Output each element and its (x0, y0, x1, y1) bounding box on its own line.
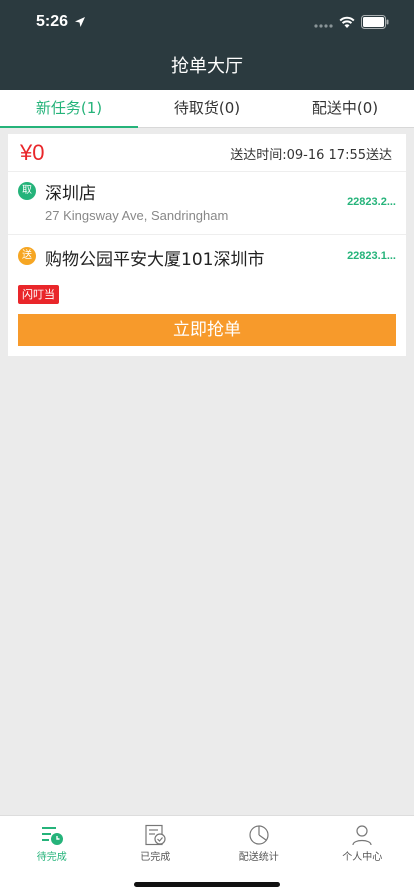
pickup-distance: 22823.2... (347, 196, 396, 208)
tabbar-item-profile[interactable]: 个人中心 (311, 816, 414, 866)
delivery-badge: 送 (18, 247, 36, 265)
platform-tag: 闪叮当 (18, 285, 59, 304)
status-time: 5:26 (36, 13, 69, 30)
delivery-row: 送 购物公园平安大厦101深圳市 22823.1... (8, 236, 406, 280)
tab-new-tasks[interactable]: 新任务(1) (0, 90, 138, 128)
order-tabs: 新任务(1) 待取货(0) 配送中(0) (0, 90, 414, 128)
wifi-icon (339, 16, 355, 28)
completed-doc-icon (145, 824, 166, 846)
pickup-address: 27 Kingsway Ave, Sandringham (45, 208, 229, 223)
page-title: 抢单大厅 (171, 56, 243, 77)
location-arrow-icon (75, 17, 85, 27)
person-icon (352, 825, 372, 846)
tabbar-label-pending: 待完成 (36, 852, 67, 863)
tabbar-item-completed[interactable]: 已完成 (104, 816, 208, 866)
home-indicator[interactable] (134, 882, 280, 887)
cellular-signal-icon (314, 24, 333, 28)
tab-delivering[interactable]: 配送中(0) (276, 90, 414, 127)
nav-bar: 抢单大厅 (0, 44, 414, 90)
delivery-distance: 22823.1... (347, 250, 396, 262)
tabbar-label-stats: 配送统计 (238, 852, 279, 863)
pending-list-icon (41, 827, 63, 845)
pickup-row: 取 深圳店 27 Kingsway Ave, Sandringham 22823… (8, 173, 406, 235)
tabbar-label-profile: 个人中心 (342, 852, 383, 863)
order-card[interactable]: ¥0 送达时间:09-16 17:55送达 取 深圳店 27 Kingsway … (8, 134, 406, 356)
tab-awaiting-pickup[interactable]: 待取货(0) (138, 90, 276, 127)
order-price: ¥0 (20, 140, 45, 165)
grab-order-button[interactable]: 立即抢单 (18, 314, 396, 346)
tabbar-label-completed: 已完成 (140, 852, 171, 863)
delivery-time: 送达时间:09-16 17:55送达 (230, 148, 392, 163)
tabbar-item-stats[interactable]: 配送统计 (207, 816, 311, 866)
status-bar: 5:26 (0, 0, 414, 44)
pickup-shop-name: 深圳店 (45, 184, 96, 204)
pickup-badge: 取 (18, 182, 36, 200)
delivery-address: 购物公园平安大厦101深圳市 (45, 250, 265, 270)
battery-icon (361, 15, 389, 29)
pie-chart-icon (249, 825, 269, 845)
tabbar-item-pending[interactable]: 待完成 (0, 816, 104, 866)
price-row: ¥0 送达时间:09-16 17:55送达 (8, 134, 406, 172)
